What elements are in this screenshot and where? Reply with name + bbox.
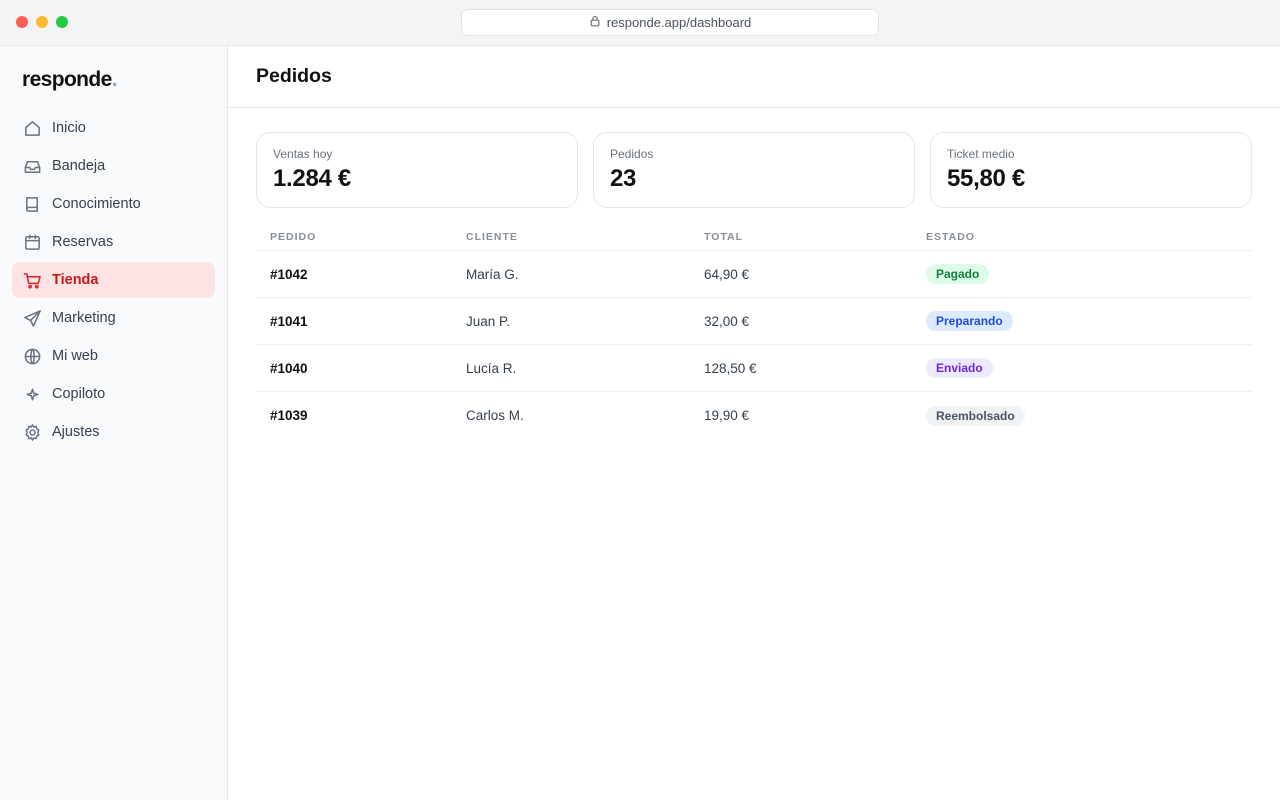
stat-value: 23 [610,165,637,192]
sidebar-item-marketing[interactable]: Marketing [12,300,215,336]
stat-card-ventas-hoy: Ventas hoy 1.284 € [256,132,578,208]
table-header: PEDIDO CLIENTE TOTAL ESTADO [256,223,1252,251]
stat-value: 55,80 € [947,165,1025,192]
order-customer: Juan P. [466,313,511,329]
sidebar-item-ajustes[interactable]: Ajustes [12,414,215,450]
column-header-estado: ESTADO [926,230,975,243]
address-bar[interactable]: responde.app/dashboard [461,9,879,36]
sidebar-item-reservas[interactable]: Reservas [12,224,215,260]
column-header-cliente: CLIENTE [466,230,518,243]
cart-icon [22,270,42,290]
sidebar-item-label: Ajustes [52,424,100,440]
inbox-icon [22,156,42,176]
sidebar-item-tienda[interactable]: Tienda [12,262,215,298]
order-customer: Lucía R. [466,360,517,376]
sidebar-item-conocimiento[interactable]: Conocimiento [12,186,215,222]
order-total: 32,00 € [704,313,750,329]
stat-label: Ventas hoy [273,147,333,161]
stats-row: Ventas hoy 1.284 € Pedidos 23 Ticket med… [256,132,1252,208]
stat-card-ticket-medio: Ticket medio 55,80 € [930,132,1252,208]
stat-label: Ticket medio [947,147,1015,161]
calendar-icon [22,232,42,252]
order-total: 64,90 € [704,266,750,282]
stat-card-pedidos: Pedidos 23 [593,132,915,208]
table-row[interactable]: #1041 Juan P. 32,00 € Preparando [256,298,1252,345]
status-badge: Pagado [926,264,990,284]
sidebar-item-inicio[interactable]: Inicio [12,110,215,146]
order-id: #1039 [270,408,308,423]
logo[interactable]: responde. [22,68,118,92]
sidebar-item-label: Tienda [52,272,99,288]
sidebar-nav: Inicio Bandeja Conocimiento Reservas Tie… [12,110,215,452]
maximize-window-button[interactable] [56,16,68,28]
sidebar-item-copiloto[interactable]: Copiloto [12,376,215,412]
stat-value: 1.284 € [273,165,351,192]
sidebar-item-label: Reservas [52,234,114,250]
main-content: Pedidos Ventas hoy 1.284 € Pedidos 23 Ti… [228,46,1280,800]
send-icon [22,308,42,328]
sidebar-item-bandeja[interactable]: Bandeja [12,148,215,184]
order-id: #1041 [270,313,308,329]
table-row[interactable]: #1040 Lucía R. 128,50 € Enviado [256,345,1252,392]
sparkle-icon [22,384,42,404]
logo-text: responde [22,68,112,91]
orders-table: PEDIDO CLIENTE TOTAL ESTADO #1042 María … [256,223,1252,439]
close-window-button[interactable] [16,16,28,28]
home-icon [22,118,42,138]
order-customer: Carlos M. [466,408,524,423]
table-row[interactable]: #1042 María G. 64,90 € Pagado [256,251,1252,298]
sidebar-item-label: Marketing [52,310,116,326]
globe-icon [22,346,42,366]
sidebar-item-label: Mi web [52,348,98,364]
column-header-total: TOTAL [704,230,744,243]
column-header-pedido: PEDIDO [270,230,317,243]
order-customer: María G. [466,266,519,282]
sidebar-item-label: Conocimiento [52,196,141,212]
logo-dot: . [111,68,118,91]
sidebar-item-label: Bandeja [52,158,106,174]
browser-chrome: responde.app/dashboard [0,0,1280,46]
url-text: responde.app/dashboard [606,15,752,30]
order-id: #1042 [270,266,308,282]
sidebar-item-label: Inicio [52,120,86,136]
status-badge: Enviado [926,358,993,378]
status-badge: Preparando [926,311,1013,331]
lock-icon [589,15,601,30]
sidebar-item-label: Copiloto [52,386,106,402]
minimize-window-button[interactable] [36,16,48,28]
sidebar-item-mi-web[interactable]: Mi web [12,338,215,374]
order-total: 19,90 € [704,408,750,423]
book-icon [22,194,42,214]
order-total: 128,50 € [704,360,757,376]
status-badge: Reembolsado [926,405,1025,426]
stat-label: Pedidos [610,147,654,161]
sidebar: responde. Inicio Bandeja Conocimiento Re… [0,46,228,800]
table-row[interactable]: #1039 Carlos M. 19,90 € Reembolsado [256,392,1252,439]
gear-icon [22,422,42,442]
order-id: #1040 [270,360,308,376]
page-header: Pedidos [228,46,1280,108]
page-title: Pedidos [256,65,332,87]
